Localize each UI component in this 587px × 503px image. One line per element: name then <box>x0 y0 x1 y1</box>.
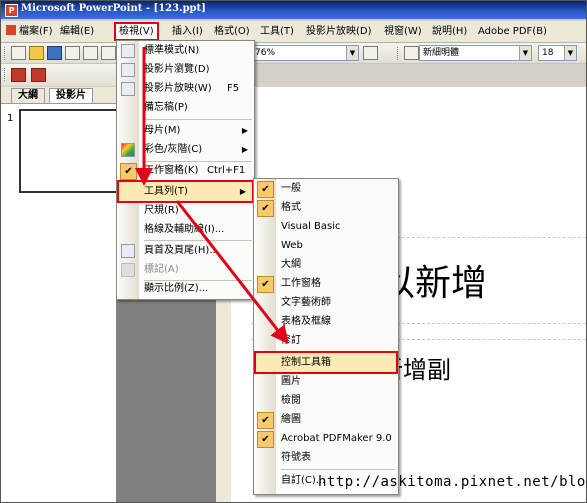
markup-icon <box>121 263 135 277</box>
app-menu-icon <box>6 25 16 35</box>
menu-help[interactable]: 說明(H) <box>429 24 470 39</box>
menu-format[interactable]: 格式(O) <box>211 24 253 39</box>
slide-show-icon <box>121 82 135 96</box>
title-bar: P Microsoft PowerPoint - [123.ppt] <box>1 1 586 19</box>
menu-item-ruler[interactable]: 尺規(R) <box>117 201 254 220</box>
font-size-combo[interactable]: 18 ▼ <box>538 45 577 61</box>
toolbar-item-wordart[interactable]: 文字藝術師 <box>254 293 398 312</box>
email-icon[interactable] <box>83 46 98 60</box>
toolbar-item-task-pane[interactable]: ✔ 工作窗格 <box>254 274 398 293</box>
pane-tabs: 大綱 投影片 <box>1 87 116 104</box>
menu-tools[interactable]: 工具(T) <box>257 24 297 39</box>
toolbar-grip[interactable] <box>4 68 7 81</box>
menu-insert[interactable]: 插入(I) <box>169 24 206 39</box>
toolbar-item-outline[interactable]: 大綱 <box>254 255 398 274</box>
toolbar-item-symbols[interactable]: 符號表 <box>254 448 398 467</box>
tab-outline[interactable]: 大綱 <box>11 88 45 103</box>
zoom-combo[interactable]: 76% ▼ <box>251 45 359 61</box>
window-title: Microsoft PowerPoint - [123.ppt] <box>21 3 206 14</box>
chevron-down-icon[interactable]: ▼ <box>519 46 531 60</box>
menu-item-master[interactable]: 母片(M) ▶ <box>117 121 254 140</box>
menu-item-slide-sorter[interactable]: 投影片瀏覽(D) <box>117 60 254 79</box>
menu-adobe-pdf[interactable]: Adobe PDF(B) <box>475 24 550 39</box>
menu-item-task-pane[interactable]: ✔ 工作窗格(K) Ctrl+F1 <box>117 161 254 180</box>
toolbar-item-standard[interactable]: ✔ 一般 <box>254 179 398 198</box>
checkmark-icon: ✔ <box>257 412 274 429</box>
menu-item-markup[interactable]: 標記(A) <box>117 260 254 279</box>
standard-toolbar: 76% ▼ 新細明體 ▼ 18 ▼ <box>1 43 586 64</box>
menu-item-zoom[interactable]: 顯示比例(Z)... <box>117 279 254 298</box>
toolbar-item-formatting[interactable]: ✔ 格式 <box>254 198 398 217</box>
new-icon[interactable] <box>11 46 26 60</box>
toolbar-item-revisions[interactable]: 修訂 <box>254 331 398 350</box>
checkmark-icon: ✔ <box>257 276 274 293</box>
slide-number: 1 <box>7 113 14 124</box>
toolbar-item-visual-basic[interactable]: Visual Basic <box>254 217 398 236</box>
menu-item-normal[interactable]: 標準模式(N) <box>117 41 254 60</box>
view-menu: 標準模式(N) 投影片瀏覽(D) 投影片放映(W) F5 備忘稿(P) 母片(M)… <box>116 40 255 300</box>
toolbar-item-tables-borders[interactable]: 表格及框線 <box>254 312 398 331</box>
permission-icon[interactable] <box>65 46 80 60</box>
pdf-email-icon[interactable] <box>31 68 46 82</box>
menu-view[interactable]: 檢視(V) <box>114 22 159 41</box>
checkmark-icon: ✔ <box>257 431 274 448</box>
header-footer-icon <box>121 244 135 258</box>
text-icon[interactable] <box>404 46 419 60</box>
menu-item-header-footer[interactable]: 頁首及頁尾(H)... <box>117 241 254 260</box>
print-icon[interactable] <box>101 46 116 60</box>
slide-thumbnail[interactable] <box>19 109 123 193</box>
menu-item-color-grayscale[interactable]: 彩色/灰階(C) ▶ <box>117 140 254 159</box>
toolbar-item-web[interactable]: Web <box>254 236 398 255</box>
toolbar-item-reviewing[interactable]: 檢閱 <box>254 391 398 410</box>
menu-item-notes-page[interactable]: 備忘稿(P) <box>117 98 254 117</box>
slide-sorter-icon <box>121 63 135 77</box>
toolbars-submenu: ✔ 一般 ✔ 格式 Visual Basic Web 大綱 ✔ 工作窗格 文字藝術師 … <box>253 178 399 495</box>
toolbar-item-control-toolbox[interactable]: 控制工具箱 <box>254 351 398 374</box>
toolbar-item-acrobat-pdfmaker[interactable]: ✔ Acrobat PDFMaker 9.0 <box>254 429 398 448</box>
toolbar-item-drawing[interactable]: ✔ 繪圖 <box>254 410 398 429</box>
submenu-arrow-icon: ▶ <box>241 126 248 135</box>
menu-slideshow[interactable]: 投影片放映(D) <box>303 24 375 39</box>
toolbar-item-picture[interactable]: 圖片 <box>254 372 398 391</box>
menu-separator <box>144 119 252 120</box>
submenu-arrow-icon: ▶ <box>239 187 246 196</box>
menu-bar: 檔案(F) 編輯(E) 檢視(V) 插入(I) 格式(O) 工具(T) 投影片放… <box>1 21 586 43</box>
powerpoint-window: P Microsoft PowerPoint - [123.ppt] 檔案(F)… <box>0 0 587 503</box>
save-icon[interactable] <box>47 46 62 60</box>
menu-separator <box>281 469 395 470</box>
menu-edit[interactable]: 編輯(E) <box>57 24 97 39</box>
menu-file[interactable]: 檔案(F) <box>3 24 56 39</box>
open-icon[interactable] <box>29 46 44 60</box>
font-name-combo[interactable]: 新細明體 ▼ <box>419 45 532 61</box>
chevron-down-icon[interactable]: ▼ <box>346 46 358 60</box>
submenu-arrow-icon: ▶ <box>241 145 248 154</box>
menu-item-toolbars[interactable]: 工具列(T) ▶ <box>117 180 254 203</box>
acrobat-toolbar <box>1 64 116 86</box>
normal-view-icon <box>121 44 135 58</box>
toolbar-grip[interactable] <box>4 47 7 60</box>
checkmark-icon: ✔ <box>257 181 274 198</box>
tab-slides[interactable]: 投影片 <box>49 88 93 103</box>
checkmark-icon: ✔ <box>120 163 137 180</box>
color-grayscale-icon <box>121 143 135 157</box>
pdf-convert-icon[interactable] <box>11 68 26 82</box>
help-icon[interactable] <box>363 46 378 60</box>
menu-item-grid-guides[interactable]: 格線及輔助線(I)... <box>117 220 254 239</box>
slides-pane: 大綱 投影片 1 <box>1 87 123 502</box>
toolbar-grip[interactable] <box>397 47 400 60</box>
chevron-down-icon[interactable]: ▼ <box>564 46 576 60</box>
powerpoint-app-icon: P <box>5 4 18 17</box>
menu-item-slide-show[interactable]: 投影片放映(W) F5 <box>117 79 254 98</box>
menu-window[interactable]: 視窗(W) <box>381 24 425 39</box>
watermark-url: http://askitoma.pixnet.net/blog <box>318 474 587 490</box>
checkmark-icon: ✔ <box>257 200 274 217</box>
